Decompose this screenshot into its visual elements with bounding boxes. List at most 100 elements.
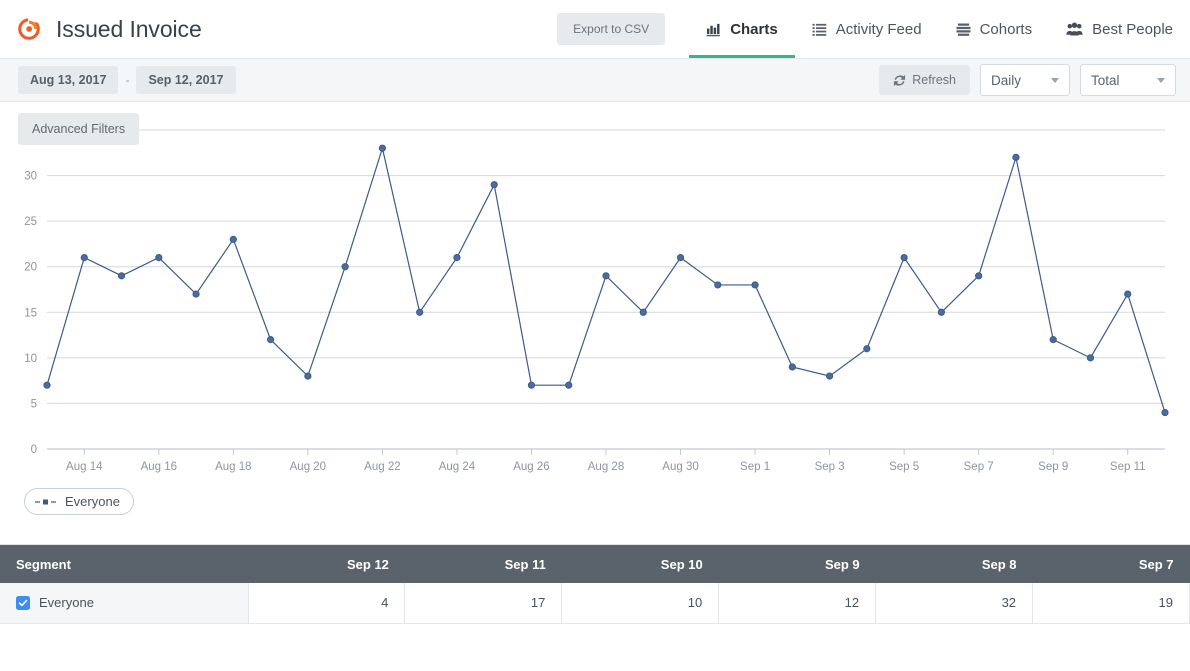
data-point[interactable]	[640, 309, 646, 315]
data-point[interactable]	[528, 382, 534, 388]
interval-select[interactable]: Daily	[980, 64, 1070, 96]
x-axis-tick-label: Sep 11	[1110, 461, 1146, 473]
legend-line-marker-icon	[34, 497, 58, 507]
data-point[interactable]	[193, 291, 199, 297]
app-header: Issued Invoice Export to CSV Charts	[0, 0, 1190, 58]
segment-table: Segment Sep 12 Sep 11 Sep 10 Sep 9 Sep 8…	[0, 545, 1190, 624]
column-header-sep-10[interactable]: Sep 10	[562, 545, 719, 583]
filter-bar-right-controls: Refresh Daily Total	[879, 64, 1176, 96]
cell-sep-7: 19	[1033, 583, 1190, 623]
header-nav: Export to CSV Charts	[557, 0, 1190, 58]
data-point[interactable]	[1162, 409, 1168, 415]
data-point[interactable]	[566, 382, 572, 388]
data-point[interactable]	[230, 236, 236, 242]
legend-label: Everyone	[65, 494, 120, 509]
data-point[interactable]	[118, 273, 124, 279]
legend-item-everyone[interactable]: Everyone	[24, 488, 134, 515]
refresh-button[interactable]: Refresh	[879, 65, 970, 95]
column-header-sep-7[interactable]: Sep 7	[1033, 545, 1190, 583]
column-header-sep-12[interactable]: Sep 12	[248, 545, 405, 583]
data-point[interactable]	[268, 337, 274, 343]
tab-charts[interactable]: Charts	[689, 0, 795, 58]
chart-panel: Advanced Filters 05101520253035Aug 14Aug…	[0, 102, 1190, 545]
x-axis-tick-label: Aug 22	[364, 461, 400, 473]
table-rows-icon	[956, 22, 971, 37]
x-axis-tick-label: Sep 1	[740, 461, 770, 473]
export-to-csv-button[interactable]: Export to CSV	[557, 13, 665, 45]
table-row: Everyone 4 17 10 12 32 19	[0, 583, 1190, 623]
column-header-sep-8[interactable]: Sep 8	[876, 545, 1033, 583]
data-point[interactable]	[379, 145, 385, 151]
column-header-sep-11[interactable]: Sep 11	[405, 545, 562, 583]
x-axis-tick-label: Aug 20	[290, 461, 326, 473]
date-range-start[interactable]: Aug 13, 2017	[18, 66, 118, 94]
data-point[interactable]	[305, 373, 311, 379]
tab-activity-feed-label: Activity Feed	[836, 21, 922, 38]
y-axis-tick-label: 10	[24, 353, 37, 365]
column-header-segment[interactable]: Segment	[0, 545, 248, 583]
segment-label: Everyone	[39, 595, 94, 610]
data-point[interactable]	[44, 382, 50, 388]
column-header-sep-9[interactable]: Sep 9	[719, 545, 876, 583]
cell-segment-name: Everyone	[0, 583, 248, 623]
x-axis-tick-label: Sep 7	[964, 461, 994, 473]
circle-c-logo-icon	[16, 16, 42, 42]
data-point[interactable]	[1050, 337, 1056, 343]
refresh-circular-arrow-icon	[893, 74, 906, 87]
interval-select-value: Daily	[991, 73, 1021, 88]
date-range-end[interactable]: Sep 12, 2017	[136, 66, 235, 94]
x-axis-tick-label: Aug 28	[588, 461, 624, 473]
data-point[interactable]	[677, 255, 683, 261]
data-point[interactable]	[1125, 291, 1131, 297]
data-point[interactable]	[789, 364, 795, 370]
x-axis-tick-label: Sep 5	[889, 461, 919, 473]
cell-sep-8: 32	[876, 583, 1033, 623]
filter-bar: Aug 13, 2017 - Sep 12, 2017 Refresh Dail…	[0, 59, 1190, 102]
data-point[interactable]	[603, 273, 609, 279]
data-point[interactable]	[976, 273, 982, 279]
cell-sep-10: 10	[562, 583, 719, 623]
data-point[interactable]	[342, 264, 348, 270]
date-range-separator: -	[118, 73, 136, 87]
data-point[interactable]	[417, 309, 423, 315]
segment-checkbox[interactable]	[16, 596, 30, 610]
data-point[interactable]	[81, 255, 87, 261]
data-point[interactable]	[454, 255, 460, 261]
chevron-down-icon	[1157, 78, 1165, 83]
aggregation-select[interactable]: Total	[1080, 64, 1176, 96]
tab-best-people[interactable]: Best People	[1049, 0, 1190, 58]
data-point[interactable]	[827, 373, 833, 379]
tab-cohorts[interactable]: Cohorts	[939, 0, 1050, 58]
bar-chart-icon	[706, 22, 721, 37]
x-axis-tick-label: Aug 30	[662, 461, 698, 473]
series-line-everyone	[47, 148, 1165, 412]
x-axis-tick-label: Sep 9	[1038, 461, 1068, 473]
list-icon	[812, 22, 827, 37]
aggregation-select-value: Total	[1091, 73, 1120, 88]
line-chart[interactable]: 05101520253035Aug 14Aug 16Aug 18Aug 20Au…	[0, 102, 1190, 502]
tab-activity-feed[interactable]: Activity Feed	[795, 0, 939, 58]
data-point[interactable]	[491, 182, 497, 188]
y-axis-tick-label: 15	[24, 307, 37, 319]
data-point[interactable]	[1087, 355, 1093, 361]
y-axis-tick-label: 25	[24, 216, 37, 228]
x-axis-tick-label: Aug 14	[66, 461, 103, 473]
data-point[interactable]	[1013, 154, 1019, 160]
tab-best-people-label: Best People	[1092, 21, 1173, 38]
table-header-row: Segment Sep 12 Sep 11 Sep 10 Sep 9 Sep 8…	[0, 545, 1190, 583]
data-point[interactable]	[938, 309, 944, 315]
data-point[interactable]	[864, 346, 870, 352]
data-point[interactable]	[901, 255, 907, 261]
refresh-button-label: Refresh	[912, 73, 956, 87]
people-group-icon	[1066, 22, 1083, 37]
data-point[interactable]	[715, 282, 721, 288]
advanced-filters-button[interactable]: Advanced Filters	[18, 113, 139, 145]
page-title: Issued Invoice	[56, 16, 202, 43]
cell-sep-11: 17	[405, 583, 562, 623]
tab-charts-label: Charts	[730, 21, 778, 38]
cell-sep-12: 4	[248, 583, 405, 623]
data-point[interactable]	[156, 255, 162, 261]
x-axis-tick-label: Aug 16	[141, 461, 177, 473]
x-axis-tick-label: Aug 18	[215, 461, 251, 473]
data-point[interactable]	[752, 282, 758, 288]
